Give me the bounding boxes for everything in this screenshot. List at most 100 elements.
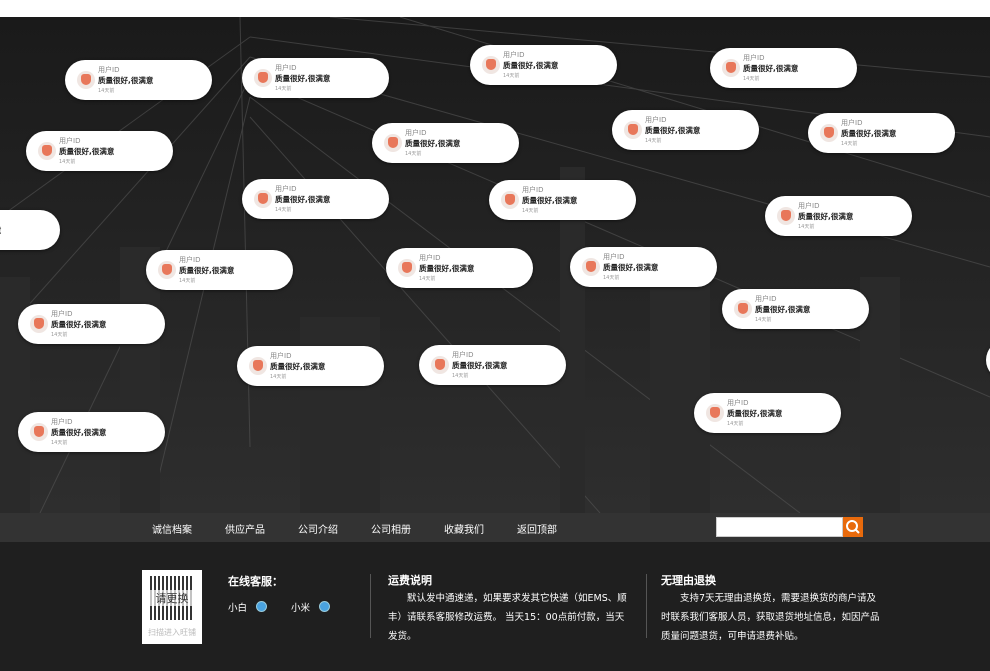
avatar [501, 191, 519, 209]
review-message: 质量很好,很满意 [798, 212, 854, 221]
nav-bookmark[interactable]: 收藏我们 [444, 521, 484, 536]
avatar [398, 259, 416, 277]
user-id: 用户ID [275, 185, 297, 193]
user-id: 用户ID [798, 202, 820, 210]
avatar [624, 121, 642, 139]
review-time: 14天前 [179, 278, 196, 284]
review-message: 质量很好,很满意 [645, 126, 701, 135]
agent-xiaomi[interactable]: 小米 [291, 600, 310, 614]
nav-credit-file[interactable]: 诚信档案 [152, 521, 192, 536]
avatar [30, 423, 48, 441]
review-message: 质量很好,很满意 [503, 61, 559, 70]
review-time: 14天前 [51, 332, 68, 338]
avatar [384, 134, 402, 152]
review-bubble: 用户ID质量很好,很满意14天前 [694, 393, 841, 433]
review-time: 14天前 [522, 208, 539, 214]
review-bubble: 用户ID 质量很好,很满意 14天前 [710, 48, 857, 88]
review-time: 14天前 [727, 421, 744, 427]
user-id: 用户ID [603, 253, 625, 261]
service-title: 在线客服： [228, 575, 283, 588]
review-time: 14天前 [419, 276, 436, 282]
review-message: 质量很好,很满意 [743, 64, 799, 73]
review-time: 14天前 [405, 151, 422, 157]
nav-company-intro[interactable]: 公司介绍 [298, 521, 338, 536]
divider [646, 574, 647, 638]
avatar [254, 69, 272, 87]
qq-icon[interactable] [319, 601, 330, 612]
avatar [777, 207, 795, 225]
review-bubble: 用户ID质量很好,很满意14天前 [242, 179, 389, 219]
qr-caption: 扫描进入旺铺 [148, 628, 196, 637]
review-time: 14天前 [452, 373, 469, 379]
shipping-title: 运费说明 [388, 574, 432, 587]
user-id: 用户ID [743, 54, 765, 62]
review-bubble: 用户ID 质量很好,很满意 14天前 [242, 58, 389, 98]
review-message: 质量很好,很满意 [51, 320, 107, 329]
review-message: 质量很好,很满意 [405, 139, 461, 148]
review-message: 质量很好,很满意 [51, 428, 107, 437]
review-bubble: 用户ID 质量很好,很满意 14天前 [765, 196, 912, 236]
user-id: 用户ID [645, 116, 667, 124]
footer: 请更换 扫描进入旺铺 在线客服： 小白 小米 运费说明 默认发中通速递，如果要求… [0, 542, 990, 671]
user-id: 用户ID [51, 418, 73, 426]
user-id: 用户ID [275, 64, 297, 72]
avatar [249, 357, 267, 375]
avatar [820, 124, 838, 142]
return-text: 支持7天无理由退换货，需要退换货的商户请及时联系我们客服人员，获取退货地址信息，… [661, 593, 880, 642]
user-id: 用户ID [270, 352, 292, 360]
review-time: 14天前 [645, 138, 662, 144]
user-id: 用户ID [419, 254, 441, 262]
review-bubble: 用户ID 质量很好,很满意 14天前 [18, 304, 165, 344]
review-message: 质量很好,很满意 [98, 76, 154, 85]
review-message: 质量很好,很满意 [452, 361, 508, 370]
review-time: 14天前 [98, 88, 115, 94]
review-time: 14天前 [841, 141, 858, 147]
review-bubble: 用户ID质量很好,很满意14天前 [26, 131, 173, 171]
review-message: 质量很好,很满意 [603, 263, 659, 272]
agent-xiaobai[interactable]: 小白 [228, 600, 247, 614]
review-bubble: 用户ID质量很好,很满意14天前 [808, 113, 955, 153]
search-button[interactable] [843, 517, 863, 537]
user-id: 用户ID [405, 129, 427, 137]
review-bubble: 用户ID质量很好,很满意14天前 [489, 180, 636, 220]
qr-overlay-text: 请更换 [150, 590, 194, 606]
review-bubble: 用户ID质量很好,很满意14天前 [570, 247, 717, 287]
avatar [582, 258, 600, 276]
review-bubble: 用户ID 质量很好,很满意 14天前 [722, 289, 869, 329]
review-bubble: 用户ID 质量很好,很满意 14天前 [470, 45, 617, 85]
review-message: 质量很好,很满意 [522, 196, 578, 205]
user-id: 用户ID [98, 66, 120, 74]
divider [370, 574, 371, 638]
user-id: 用户ID [51, 310, 73, 318]
nav-back-to-top[interactable]: 返回顶部 [517, 521, 557, 536]
avatar [77, 71, 95, 89]
avatar [706, 404, 724, 422]
nav-products[interactable]: 供应产品 [225, 521, 265, 536]
search-input[interactable] [716, 517, 843, 537]
avatar [254, 190, 272, 208]
qq-icon[interactable] [256, 601, 267, 612]
review-time: 14天前 [503, 73, 520, 79]
user-id: 用户ID [755, 295, 777, 303]
review-message: 质量很好,很满意 [275, 74, 331, 83]
review-message: 质量很好,很满意 [419, 264, 475, 273]
review-bubble: 用户ID 质量很好,很满意 14天前 [612, 110, 759, 150]
review-bubble: 用户ID质量很好,很满意14天前 [0, 210, 60, 250]
review-message: 质量很好,很满意 [0, 225, 1, 236]
review-message: 质量很好,很满意 [755, 305, 811, 314]
review-time: 14天前 [275, 86, 292, 92]
avatar [431, 356, 449, 374]
footer-nav: 诚信档案 供应产品 公司介绍 公司相册 收藏我们 返回顶部 [0, 513, 990, 542]
review-bubble: 用户ID 质量很好,很满意 14天前 [65, 60, 212, 100]
review-bubble: 用户ID 质量很好,很满意 14天前 [386, 248, 533, 288]
review-time: 14天前 [270, 374, 287, 380]
avatar [38, 142, 56, 160]
nav-company-album[interactable]: 公司相册 [371, 521, 411, 536]
user-id: 用户ID [503, 51, 525, 59]
review-time: 14天前 [798, 224, 815, 230]
review-time: 14天前 [755, 317, 772, 323]
review-time: 14天前 [743, 76, 760, 82]
review-time: 14天前 [59, 159, 76, 165]
review-message: 质量很好,很满意 [275, 195, 331, 204]
review-bubble: 用户ID质量很好,很满意14天前 [419, 345, 566, 385]
